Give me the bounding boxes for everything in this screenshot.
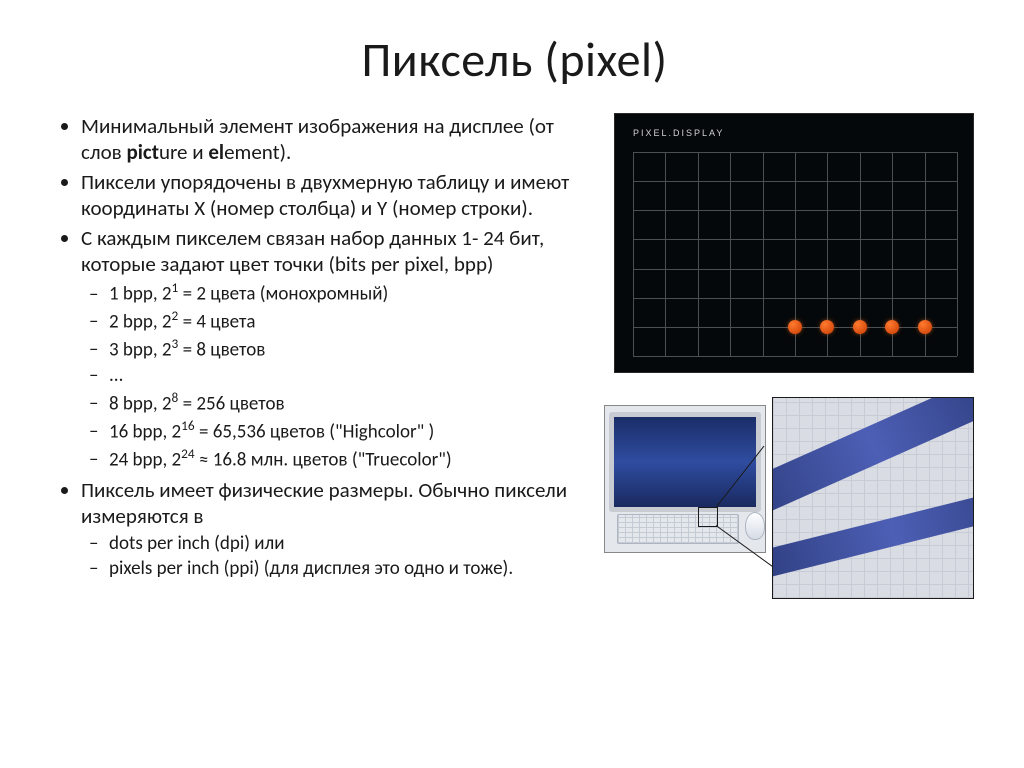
list-item: dots per inch (dpi) или (109, 531, 574, 557)
figure-label: PIXEL.DISPLAY (633, 128, 724, 138)
list-item: 16 bpp, 216 = 65,536 цветов ("Highcolor"… (109, 417, 574, 445)
pixel-dot-icon (918, 320, 932, 334)
grid-lines (633, 152, 957, 356)
bpp-sublist: 1 bpp, 21 = 2 цвета (монохромный) 2 bpp,… (81, 279, 574, 472)
text: ure и (159, 139, 208, 165)
list-item: pixels per inch (ppi) (для дисплея это о… (109, 556, 574, 582)
zoom-source-box (698, 507, 718, 527)
pixel-dot-icon (820, 320, 834, 334)
bold: el (208, 139, 224, 165)
content-columns: Минимальный элемент изображения на диспл… (55, 113, 974, 597)
text: Пиксель имеет физические размеры. Обычно… (81, 477, 567, 529)
slide: Пиксель (pixel) Минимальный элемент изоб… (0, 0, 1024, 768)
zoomed-pixels-panel (772, 397, 974, 599)
pixel-dot-icon (853, 320, 867, 334)
text: С каждым пикселем связан набор данных 1-… (81, 225, 544, 277)
bold: pict (126, 139, 159, 165)
pixel-dot-icon (788, 320, 802, 334)
bullet-item: Пиксель имеет физические размеры. Обычно… (81, 477, 574, 582)
text-column: Минимальный элемент изображения на диспл… (55, 113, 594, 586)
pixel-grid-figure: PIXEL.DISPLAY (614, 113, 974, 373)
computer-panel (604, 405, 766, 553)
list-item: 2 bpp, 22 = 4 цвета (109, 307, 574, 335)
bullet-list: Минимальный элемент изображения на диспл… (55, 113, 574, 582)
bullet-item: Минимальный элемент изображения на диспл… (81, 113, 574, 165)
zoom-figure (604, 397, 974, 597)
bullet-item: С каждым пикселем связан набор данных 1-… (81, 225, 574, 473)
bullet-item: Пиксели упорядочены в двухмерную таблицу… (81, 169, 574, 221)
list-item: 3 bpp, 23 = 8 цветов (109, 335, 574, 363)
figure-column: PIXEL.DISPLAY (594, 113, 974, 597)
slide-title: Пиксель (pixel) (55, 30, 974, 89)
units-sublist: dots per inch (dpi) или pixels per inch … (81, 531, 574, 582)
list-item: ... (109, 363, 574, 389)
list-item: 24 bpp, 224 ≈ 16.8 млн. цветов ("Truecol… (109, 445, 574, 473)
mouse-icon (745, 512, 765, 540)
monitor-icon (609, 412, 761, 512)
pixel-dot-icon (885, 320, 899, 334)
list-item: 1 bpp, 21 = 2 цвета (монохромный) (109, 279, 574, 307)
text: ement). (224, 139, 291, 165)
list-item: 8 bpp, 28 = 256 цветов (109, 389, 574, 417)
